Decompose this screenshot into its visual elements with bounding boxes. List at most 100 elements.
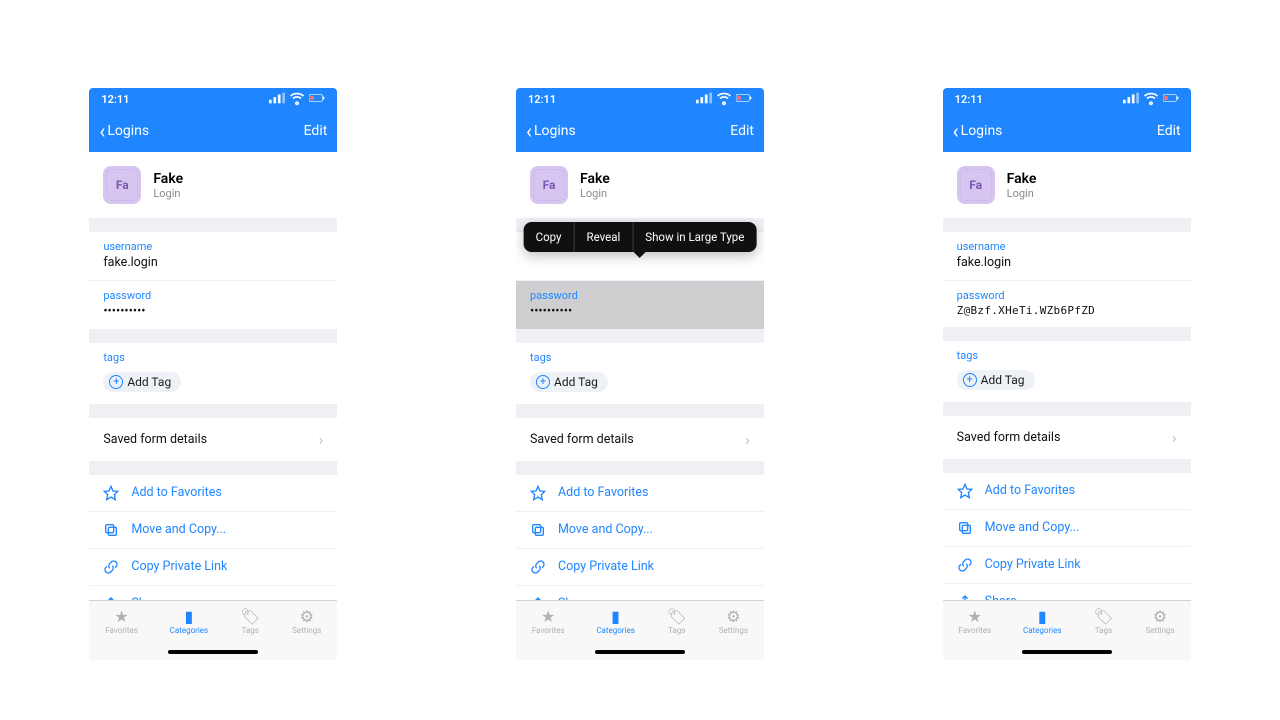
copy-link-row[interactable]: Copy Private Link	[516, 548, 764, 585]
plus-circle-icon: +	[963, 373, 977, 387]
username-value: fake.login	[957, 255, 1177, 270]
wifi-icon	[1143, 90, 1159, 109]
saved-form-row[interactable]: Saved form details ›	[516, 418, 764, 461]
saved-form-row[interactable]: Saved form details ›	[89, 418, 337, 461]
add-tag-button[interactable]: + Add Tag	[530, 372, 608, 392]
tag-icon: 🏷	[667, 607, 687, 625]
share-row[interactable]: Share	[943, 583, 1191, 601]
copy-link-row[interactable]: Copy Private Link	[89, 548, 337, 585]
username-field[interactable]: username fake.login	[943, 232, 1191, 280]
saved-form-row[interactable]: Saved form details ›	[943, 416, 1191, 459]
item-icon: Fa	[957, 166, 995, 204]
menu-reveal[interactable]: Reveal	[574, 222, 633, 252]
password-field[interactable]: password Z@Bzf.XHeTi.WZb6PfZD	[943, 281, 1191, 327]
status-bar: 12:11	[89, 88, 337, 110]
copy-link-row[interactable]: Copy Private Link	[943, 546, 1191, 583]
categories-icon: ▮	[1038, 607, 1047, 625]
back-button[interactable]: ‹ Logins	[99, 121, 149, 141]
password-label: password	[530, 289, 750, 302]
status-time: 12:11	[528, 93, 556, 106]
tab-categories[interactable]: ▮Categories	[596, 607, 635, 635]
home-indicator	[595, 650, 685, 654]
add-tag-button[interactable]: + Add Tag	[957, 370, 1035, 390]
menu-copy[interactable]: Copy	[524, 222, 574, 252]
nav-bar: ‹ Logins Edit	[516, 110, 764, 152]
tab-tags[interactable]: 🏷Tags	[667, 607, 687, 635]
username-field[interactable]: Copy Reveal Show in Large Type x x	[516, 232, 764, 280]
menu-arrow-icon	[633, 251, 647, 258]
tab-favorites[interactable]: ★Favorites	[105, 607, 138, 635]
password-value: ••••••••••	[103, 304, 323, 319]
tab-settings[interactable]: ⚙Settings	[719, 607, 748, 635]
password-field[interactable]: password ••••••••••	[516, 281, 764, 329]
tab-categories[interactable]: ▮Categories	[1023, 607, 1062, 635]
actions-section: Add to Favorites Move and Copy... Copy P…	[89, 475, 337, 601]
add-favorites-row[interactable]: Add to Favorites	[516, 475, 764, 511]
wifi-icon	[716, 90, 732, 109]
status-time: 12:11	[955, 93, 983, 106]
item-header: Fa Fake Login	[89, 152, 337, 218]
menu-large-type[interactable]: Show in Large Type	[632, 222, 756, 252]
move-copy-label: Move and Copy...	[131, 522, 226, 537]
copy-icon	[957, 520, 973, 536]
tab-settings[interactable]: ⚙Settings	[292, 607, 321, 635]
password-label: password	[103, 289, 323, 302]
back-button[interactable]: ‹ Logins	[526, 121, 576, 141]
move-copy-row[interactable]: Move and Copy...	[89, 511, 337, 548]
plus-circle-icon: +	[536, 375, 550, 389]
star-fill-icon: ★	[968, 607, 982, 625]
tags-label: tags	[957, 349, 1177, 362]
move-copy-row[interactable]: Move and Copy...	[516, 511, 764, 548]
copy-link-label: Copy Private Link	[558, 559, 654, 574]
tab-favorites[interactable]: ★Favorites	[959, 607, 992, 635]
battery-icon	[1163, 90, 1179, 109]
share-row[interactable]: Share	[89, 585, 337, 601]
actions-section: Add to Favorites Move and Copy... Copy P…	[516, 475, 764, 601]
copy-icon	[530, 522, 546, 538]
password-value: ••••••••••	[530, 304, 750, 319]
item-title: Fake	[580, 171, 610, 187]
back-button[interactable]: ‹ Logins	[953, 121, 1003, 141]
edit-button[interactable]: Edit	[304, 123, 328, 139]
add-favorites-row[interactable]: Add to Favorites	[89, 475, 337, 511]
move-copy-label: Move and Copy...	[985, 520, 1080, 535]
tab-tags[interactable]: 🏷Tags	[240, 607, 260, 635]
signal-icon	[1123, 90, 1139, 109]
tab-tags[interactable]: 🏷Tags	[1093, 607, 1113, 635]
tab-bar: ★Favorites ▮Categories 🏷Tags ⚙Settings	[516, 600, 764, 660]
tab-favorites[interactable]: ★Favorites	[532, 607, 565, 635]
add-tag-label: Add Tag	[554, 375, 598, 389]
battery-icon	[736, 90, 752, 109]
content: Fa Fake Login username fake.login passwo…	[943, 152, 1191, 600]
item-title: Fake	[1007, 171, 1037, 187]
battery-icon	[309, 90, 325, 109]
saved-form-label: Saved form details	[530, 432, 634, 447]
share-row[interactable]: Share	[516, 585, 764, 601]
add-favorites-row[interactable]: Add to Favorites	[943, 473, 1191, 509]
status-time: 12:11	[101, 93, 129, 106]
nav-bar: ‹ Logins Edit	[943, 110, 1191, 152]
edit-button[interactable]: Edit	[730, 123, 754, 139]
item-subtitle: Login	[1007, 187, 1037, 200]
content: Fa Fake Login username fake.login passwo…	[89, 152, 337, 600]
chevron-right-icon: ›	[745, 430, 750, 449]
username-value: fake.login	[103, 255, 323, 270]
chevron-left-icon: ‹	[99, 121, 105, 141]
tab-settings[interactable]: ⚙Settings	[1145, 607, 1174, 635]
link-icon	[957, 557, 973, 573]
username-label: username	[957, 240, 1177, 253]
username-field[interactable]: username fake.login	[89, 232, 337, 280]
add-tag-button[interactable]: + Add Tag	[103, 372, 181, 392]
tab-categories[interactable]: ▮Categories	[170, 607, 209, 635]
item-title: Fake	[153, 171, 183, 187]
link-icon	[530, 559, 546, 575]
tags-section: tags + Add Tag	[89, 343, 337, 404]
plus-circle-icon: +	[109, 375, 123, 389]
tags-section: tags + Add Tag	[943, 341, 1191, 402]
move-copy-row[interactable]: Move and Copy...	[943, 509, 1191, 546]
context-menu: Copy Reveal Show in Large Type	[524, 222, 757, 252]
password-field[interactable]: password ••••••••••	[89, 281, 337, 329]
edit-button[interactable]: Edit	[1157, 123, 1181, 139]
tags-label: tags	[103, 351, 323, 364]
back-label: Logins	[534, 123, 576, 139]
